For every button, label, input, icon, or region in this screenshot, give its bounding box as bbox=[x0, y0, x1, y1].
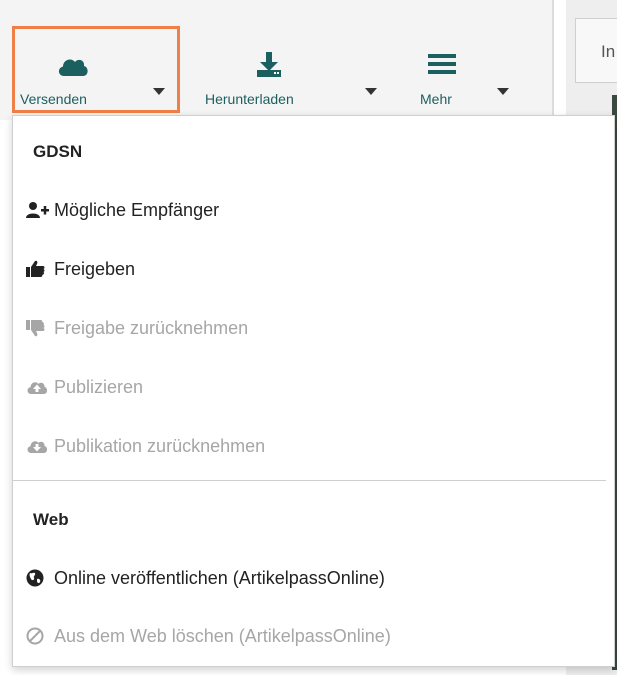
menu-item-approve[interactable]: Freigeben bbox=[26, 249, 135, 289]
menu-item-label: Online veröffentlichen (ArtikelpassOnlin… bbox=[54, 567, 385, 588]
menu-item-label: Publikation zurücknehmen bbox=[54, 435, 266, 456]
menu-item-revoke-publication[interactable]: Publikation zurücknehmen bbox=[26, 426, 265, 466]
menu-icon bbox=[428, 54, 456, 74]
download-button-label: Herunterladen bbox=[205, 91, 294, 107]
menu-divider bbox=[13, 480, 606, 481]
toolbar-separator bbox=[552, 0, 554, 120]
menu-item-label: Publizieren bbox=[54, 376, 144, 397]
menu-item-label: Freigeben bbox=[54, 258, 136, 279]
download-dropdown-caret[interactable] bbox=[365, 88, 377, 95]
tab-info-label: In bbox=[601, 42, 616, 61]
cloud-upload-icon bbox=[26, 377, 50, 397]
menu-item-label: Mögliche Empfänger bbox=[54, 199, 220, 220]
thumbs-down-icon bbox=[26, 318, 50, 338]
send-dropdown-menu: GDSN Mögliche Empfänger Freigeben Freiga… bbox=[12, 115, 615, 667]
menu-item-possible-recipients[interactable]: Mögliche Empfänger bbox=[26, 190, 219, 230]
menu-item-label: Aus dem Web löschen (ArtikelpassOnline) bbox=[54, 625, 391, 646]
globe-icon bbox=[26, 568, 50, 588]
menu-item-publish[interactable]: Publizieren bbox=[26, 367, 143, 407]
more-button-label: Mehr bbox=[420, 91, 452, 107]
menu-item-label: Freigabe zurücknehmen bbox=[54, 317, 249, 338]
add-user-icon bbox=[26, 200, 50, 220]
section-title-web: Web bbox=[33, 510, 69, 529]
thumbs-up-icon bbox=[26, 259, 50, 279]
menu-item-delete-from-web[interactable]: Aus dem Web löschen (ArtikelpassOnline) bbox=[26, 616, 391, 656]
tab-info[interactable]: In bbox=[575, 18, 617, 83]
download-icon bbox=[257, 52, 281, 77]
menu-item-publish-online[interactable]: Online veröffentlichen (ArtikelpassOnlin… bbox=[26, 558, 385, 598]
send-button-highlight bbox=[12, 26, 180, 113]
more-dropdown-caret[interactable] bbox=[497, 88, 509, 95]
section-title-gdsn: GDSN bbox=[33, 142, 83, 161]
cloud-download-icon bbox=[26, 436, 50, 456]
ban-icon bbox=[26, 626, 50, 646]
menu-item-revoke-approval[interactable]: Freigabe zurücknehmen bbox=[26, 308, 248, 348]
